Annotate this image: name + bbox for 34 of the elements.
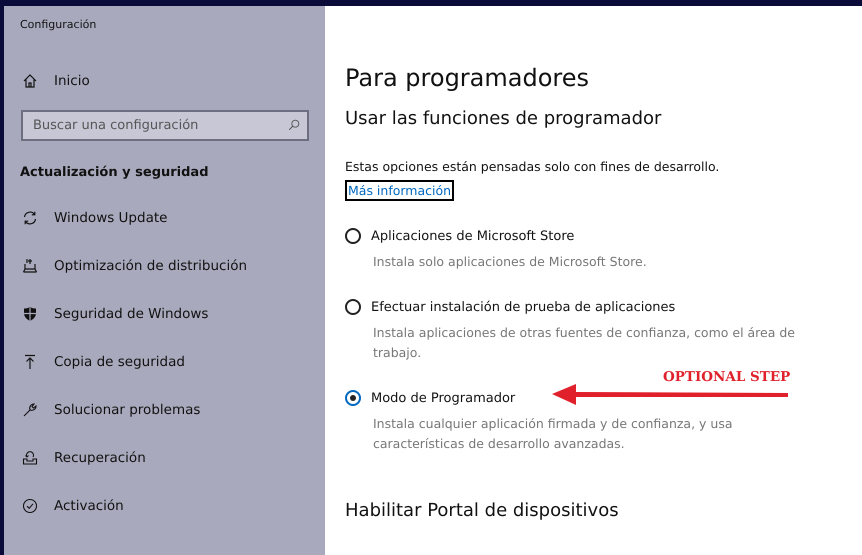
- annotation-text: OPTIONAL STEP: [663, 369, 790, 385]
- nav-item[interactable]: Optimización de distribución: [20, 254, 248, 278]
- radio-option[interactable]: Aplicaciones de Microsoft Store: [345, 225, 574, 247]
- stand-icon: [22, 258, 38, 274]
- search-field[interactable]: Buscar una configuración: [21, 110, 309, 141]
- description-text: Estas opciones están pensadas solo con fines de desarrollo.: [345, 159, 720, 174]
- home-icon: [22, 73, 38, 89]
- section-heading: Actualización y seguridad: [20, 165, 210, 180]
- recovery-icon: [22, 450, 38, 466]
- nav-item[interactable]: Solucionar problemas: [20, 398, 200, 422]
- option-description: Instala solo aplicaciones de Microsoft Store.: [373, 253, 648, 271]
- nav-item[interactable]: Seguridad de Windows: [20, 302, 208, 326]
- wrench-icon: [22, 402, 38, 418]
- sync-icon: [22, 210, 38, 226]
- search-icon: [287, 118, 301, 132]
- section-heading: Usar las funciones de programador: [345, 108, 662, 129]
- nav-item[interactable]: Copia de seguridad: [20, 350, 185, 374]
- page-title: Para programadores: [345, 64, 590, 92]
- more-info-link[interactable]: Más información: [345, 180, 454, 201]
- section-heading: Habilitar Portal de dispositivos: [345, 500, 620, 521]
- window-title: Configuración: [20, 18, 98, 32]
- option-description: Instala cualquier aplicación firmada y de confianza, y usa características de desarrollo avanzadas.: [373, 415, 734, 453]
- radio-option[interactable]: Efectuar instalación de prueba de aplicaciones: [345, 296, 676, 318]
- radio-button[interactable]: [345, 390, 361, 406]
- checkmark-icon: [22, 498, 38, 514]
- upload-icon: [22, 354, 38, 370]
- home-link[interactable]: Inicio: [20, 69, 90, 93]
- shield-icon: [22, 306, 38, 322]
- option-description: Instala aplicaciones de otras fuentes de confianza, como el área de trabajo.: [373, 324, 796, 362]
- radio-button[interactable]: [345, 228, 361, 244]
- radio-button[interactable]: [345, 299, 361, 315]
- nav-item[interactable]: Activación: [20, 494, 124, 518]
- nav-item[interactable]: Windows Update: [20, 206, 168, 230]
- nav-item[interactable]: Recuperación: [20, 446, 146, 470]
